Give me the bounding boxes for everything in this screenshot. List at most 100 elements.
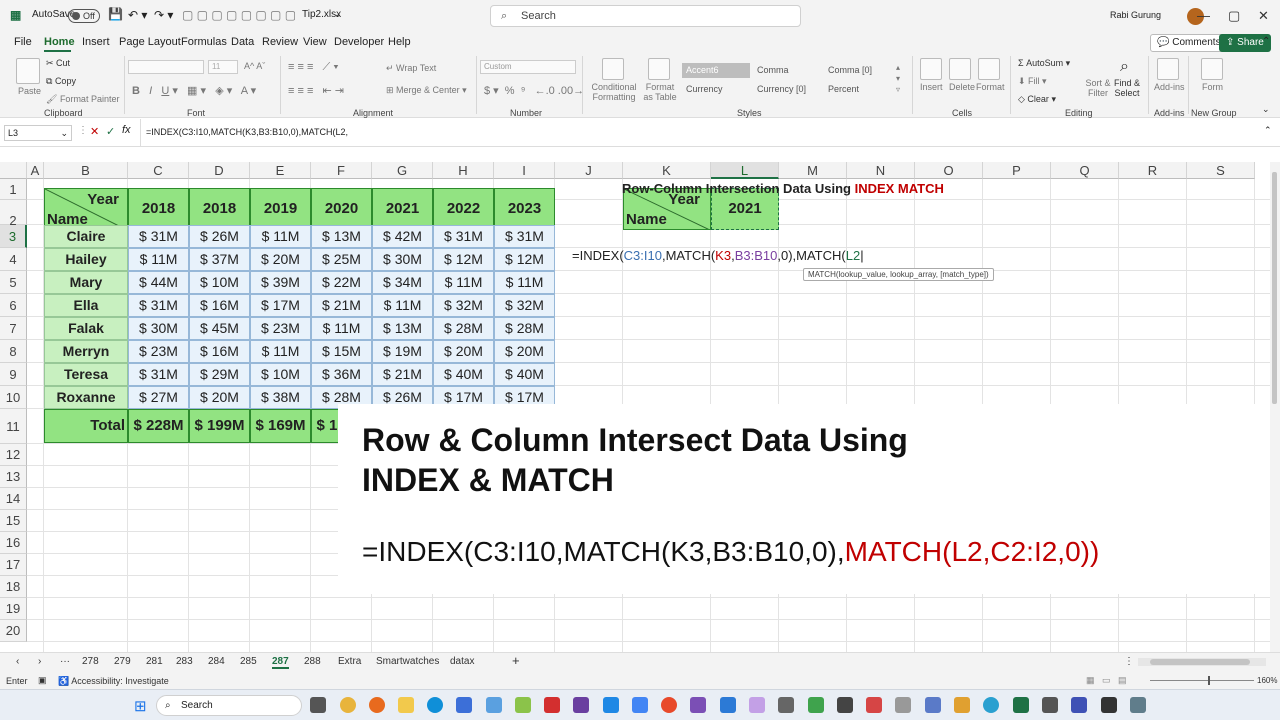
undo-icon[interactable]: ↶ ▾ (128, 8, 147, 22)
font-grow-icon[interactable]: A^ Aˇ (244, 61, 265, 71)
app-icon-10[interactable] (895, 697, 911, 713)
format-cells-button[interactable]: Format (976, 82, 1005, 92)
user-name[interactable]: Rabi Gurung (1110, 10, 1161, 20)
app-icon-12[interactable] (954, 697, 970, 713)
next-sheet-icon[interactable]: › (38, 656, 41, 667)
function-tooltip[interactable]: MATCH(lookup_value, lookup_array, [match… (803, 268, 994, 281)
wrap-text-button[interactable]: ↵ Wrap Text (386, 63, 436, 74)
search-box[interactable]: ⌕ Search (490, 5, 801, 27)
delete-cells-button[interactable]: Delete (949, 82, 975, 92)
row-header-12[interactable]: 12 (0, 444, 27, 466)
value-cell[interactable]: $ 20M (494, 340, 555, 363)
file-explorer-icon[interactable] (398, 697, 414, 713)
more-sheets-icon[interactable]: ··· (60, 656, 70, 667)
value-cell[interactable]: $ 11M (433, 271, 494, 294)
edge-icon[interactable] (427, 697, 443, 713)
value-cell[interactable]: $ 11M (250, 340, 311, 363)
column-header-n[interactable]: N (847, 162, 915, 179)
macro-icon[interactable]: ▣ (38, 675, 47, 686)
column-header-m[interactable]: M (779, 162, 847, 179)
app-icon[interactable] (573, 697, 589, 713)
value-cell[interactable]: $ 12M (494, 248, 555, 271)
row-header-19[interactable]: 19 (0, 598, 27, 620)
value-cell[interactable]: $ 12M (433, 248, 494, 271)
year-header-cell[interactable]: 2022 (433, 188, 494, 230)
comments-button[interactable]: 💬 Comments (1150, 34, 1228, 52)
name-box[interactable]: L3 ⌄ (4, 125, 72, 141)
column-header-o[interactable]: O (915, 162, 983, 179)
app-icon-7[interactable] (778, 697, 794, 713)
value-cell[interactable]: $ 30M (372, 248, 433, 271)
style-comma-0[interactable]: Comma [0] (824, 63, 894, 78)
paste-icon[interactable] (16, 58, 40, 84)
snipping-tool-icon[interactable] (486, 697, 502, 713)
column-header-b[interactable]: B (44, 162, 128, 179)
value-cell[interactable]: $ 28M (433, 317, 494, 340)
name-cell[interactable]: Ella (44, 294, 128, 317)
app-icon-6[interactable] (749, 697, 765, 713)
tab-review[interactable]: Review (262, 36, 298, 48)
row-header-16[interactable]: 16 (0, 532, 27, 554)
column-header-a[interactable]: A (27, 162, 44, 179)
app-icon-4[interactable] (690, 697, 706, 713)
firefox-icon[interactable] (369, 697, 385, 713)
value-cell[interactable]: $ 16M (189, 294, 250, 317)
value-cell[interactable]: $ 45M (189, 317, 250, 340)
font-style-icons[interactable]: B I U ▾ ▦ ▾ ◈ ▾ A ▾ (132, 84, 256, 97)
value-cell[interactable]: $ 15M (311, 340, 372, 363)
tab-home[interactable]: Home (44, 36, 75, 48)
restore-icon[interactable]: ▢ (1228, 8, 1240, 24)
filezilla-icon[interactable] (544, 697, 560, 713)
value-cell[interactable]: $ 21M (311, 294, 372, 317)
chevron-down-icon[interactable]: ⌄ (334, 9, 342, 20)
nvidia-icon[interactable] (808, 697, 824, 713)
app-icon-15[interactable] (1071, 697, 1087, 713)
prev-sheet-icon[interactable]: ‹ (16, 656, 19, 667)
value-cell[interactable]: $ 31M (128, 294, 189, 317)
app-icon-16[interactable] (1101, 697, 1117, 713)
value-cell[interactable]: $ 23M (250, 317, 311, 340)
year-header-cell[interactable]: 2023 (494, 188, 555, 230)
tab-file[interactable]: File (14, 36, 32, 48)
value-cell[interactable]: $ 10M (189, 271, 250, 294)
row-header-13[interactable]: 13 (0, 466, 27, 488)
column-header-l[interactable]: L (711, 162, 779, 179)
conditional-formatting-button[interactable]: Conditional Formatting (588, 82, 640, 102)
autosave-toggle[interactable]: Off (68, 9, 100, 23)
value-cell[interactable]: $ 28M (494, 317, 555, 340)
chevron-up-icon[interactable]: ⌃ (1264, 125, 1272, 136)
tab-formulas[interactable]: Formulas (181, 36, 227, 48)
row-header-11[interactable]: 11 (0, 409, 27, 444)
value-cell[interactable]: $ 17M (250, 294, 311, 317)
row-header-17[interactable]: 17 (0, 554, 27, 576)
value-cell[interactable]: $ 31M (128, 225, 189, 248)
column-header-g[interactable]: G (372, 162, 433, 179)
total-cell[interactable]: $ 199M (189, 409, 250, 443)
enter-icon[interactable]: ✓ (106, 125, 115, 138)
value-cell[interactable]: $ 11M (311, 317, 372, 340)
value-cell[interactable]: $ 32M (494, 294, 555, 317)
year-header-cell[interactable]: 2020 (311, 188, 372, 230)
align-top-icons[interactable]: ≡ ≡ ≡ ⟋ ▾ (288, 61, 339, 74)
app-icon-13[interactable] (983, 697, 999, 713)
value-cell[interactable]: $ 25M (311, 248, 372, 271)
add-sheet-button[interactable]: + (512, 653, 520, 668)
value-cell[interactable]: $ 11M (372, 294, 433, 317)
save-icon[interactable]: 💾 (108, 7, 123, 21)
value-cell[interactable]: $ 11M (250, 225, 311, 248)
sheet-tab-285[interactable]: 285 (240, 656, 257, 667)
ribbon-collapse-icon[interactable]: ⌄ (1262, 104, 1270, 115)
sheet-tab-287[interactable]: 287 (272, 656, 289, 669)
sheet-tab-smartwatches[interactable]: Smartwatches (376, 656, 439, 667)
value-cell[interactable]: $ 40M (494, 363, 555, 386)
accessibility-status[interactable]: ♿ Accessibility: Investigate (58, 676, 169, 687)
tab-help[interactable]: Help (388, 36, 411, 48)
value-cell[interactable]: $ 11M (494, 271, 555, 294)
value-cell[interactable]: $ 31M (494, 225, 555, 248)
column-header-k[interactable]: K (623, 162, 711, 179)
column-header-i[interactable]: I (494, 162, 555, 179)
value-cell[interactable]: $ 13M (372, 317, 433, 340)
app-icon-9[interactable] (866, 697, 882, 713)
row-header-10[interactable]: 10 (0, 386, 27, 409)
taskbar-search[interactable]: ⌕ Search (156, 695, 302, 716)
